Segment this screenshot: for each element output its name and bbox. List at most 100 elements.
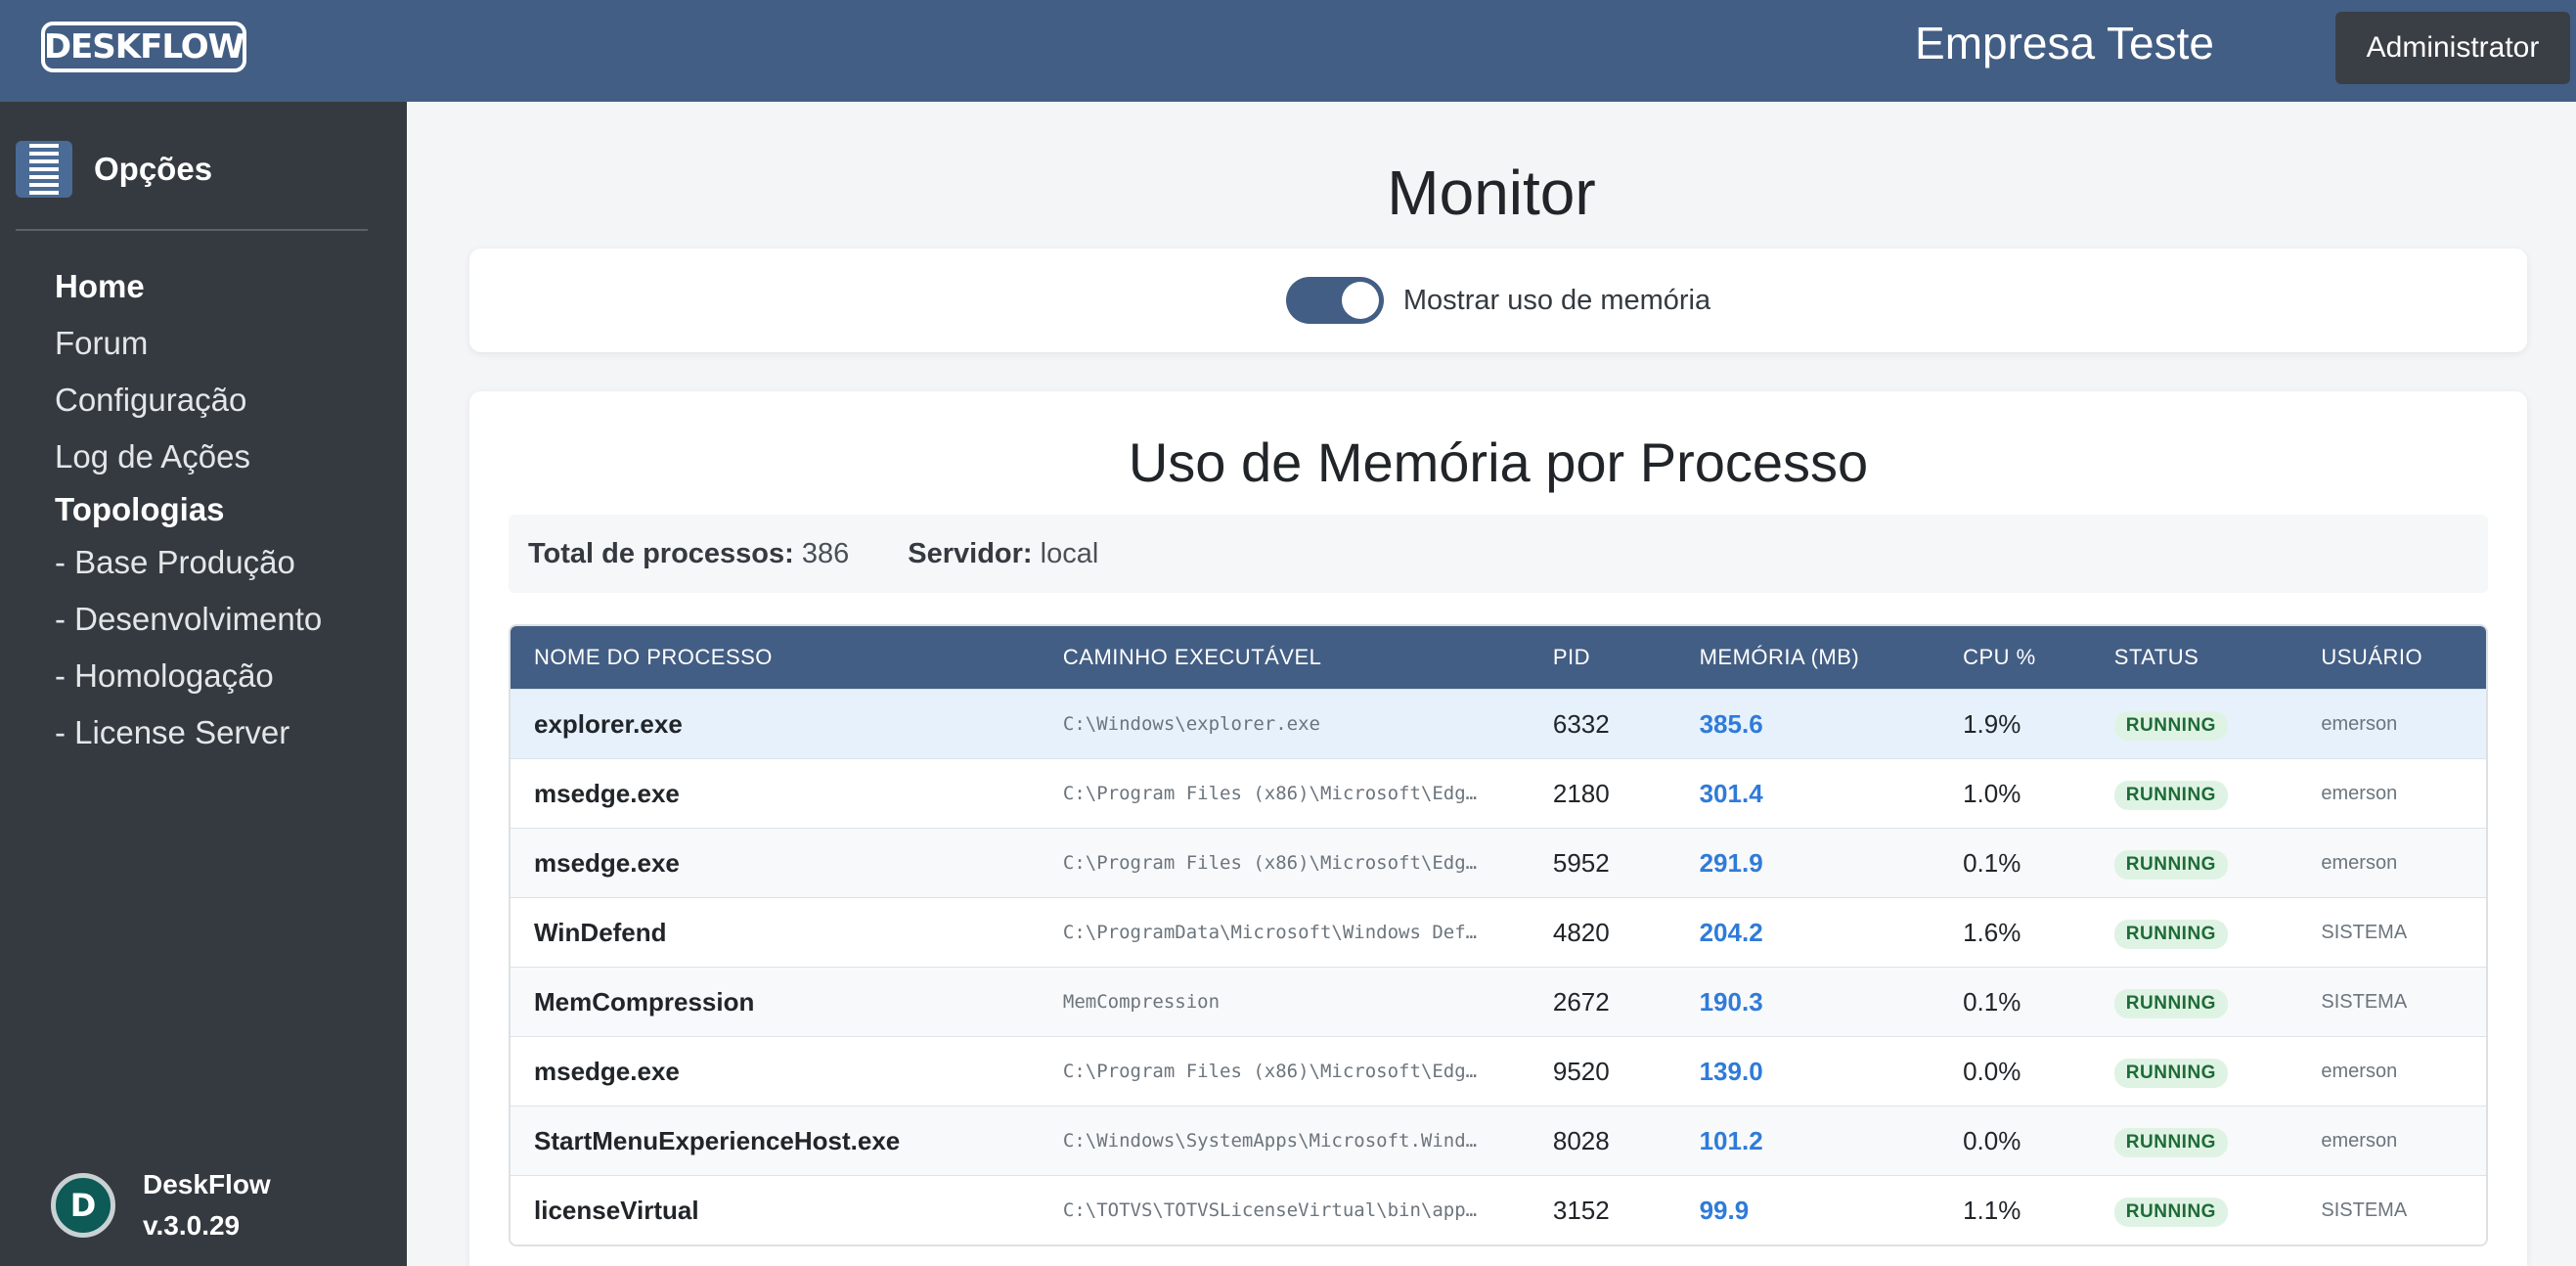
table-row[interactable]: explorer.exe C:\Windows\explorer.exe 6332 3… xyxy=(511,689,2486,758)
pid: 4820 xyxy=(1552,917,1610,947)
col-cpu[interactable]: CPU % xyxy=(1939,645,2091,670)
options-header[interactable]: Opções xyxy=(16,141,212,198)
memory-mb: 385.6 xyxy=(1699,708,1763,739)
status: RUNNING xyxy=(2091,777,2298,810)
process-name: msedge.exe xyxy=(534,1056,680,1086)
user: emerson xyxy=(2321,1060,2398,1082)
col-memory[interactable]: MEMÓRIA (MB) xyxy=(1676,645,1939,670)
brand-version: v.3.0.29 xyxy=(143,1210,241,1241)
server-value: local xyxy=(1040,537,1099,569)
sidebar-item-home[interactable]: Home xyxy=(55,258,322,315)
table-row[interactable]: StartMenuExperienceHost.exe C:\Windows\Sy… xyxy=(511,1106,2486,1175)
process-name: StartMenuExperienceHost.exe xyxy=(534,1125,901,1155)
sidebar-group-topologias[interactable]: Topologias xyxy=(55,485,322,534)
status-badge: RUNNING xyxy=(2113,711,2228,741)
company-name: Empresa Teste xyxy=(1915,18,2214,68)
user: SISTEMA xyxy=(2321,1198,2408,1221)
cpu-percent: 1.6% xyxy=(1963,917,2021,947)
user: SISTEMA xyxy=(2321,921,2408,943)
status: RUNNING xyxy=(2091,1124,2298,1157)
process-name: msedge.exe xyxy=(534,778,680,808)
status-badge: RUNNING xyxy=(2113,781,2228,810)
cpu-percent: 1.1% xyxy=(1963,1195,2021,1225)
status-badge: RUNNING xyxy=(2113,1128,2228,1157)
status: RUNNING xyxy=(2091,1194,2298,1227)
sidebar-item-forum[interactable]: Forum xyxy=(55,315,322,372)
col-status[interactable]: STATUS xyxy=(2091,645,2298,670)
sidebar-item-license-server[interactable]: - License Server xyxy=(55,704,322,761)
memory-mb: 101.2 xyxy=(1699,1125,1763,1155)
exec-path: MemCompression xyxy=(1062,991,1221,1013)
status: RUNNING xyxy=(2091,707,2298,741)
process-name: explorer.exe xyxy=(534,708,683,739)
memory-mb: 99.9 xyxy=(1699,1195,1750,1225)
status-badge: RUNNING xyxy=(2113,1198,2228,1227)
memory-section-title: Uso de Memória por Processo xyxy=(1128,431,1869,493)
user-menu-button[interactable]: Administrator xyxy=(2335,12,2570,84)
brand-name: DeskFlow xyxy=(143,1169,271,1199)
sidebar-item-desenvolvimento[interactable]: - Desenvolvimento xyxy=(55,591,322,648)
process-summary: Total de processos: 386 Servidor: local xyxy=(509,515,2488,593)
col-pid[interactable]: PID xyxy=(1530,645,1676,670)
status: RUNNING xyxy=(2091,846,2298,880)
pid: 2180 xyxy=(1552,778,1610,808)
memory-toggle-label[interactable]: Mostrar uso de memória xyxy=(1403,285,1710,317)
table-header: NOME DO PROCESSO CAMINHO EXECUTÁVEL PID … xyxy=(511,626,2486,689)
deskflow-logo[interactable]: DESKFLOW xyxy=(41,22,246,72)
memory-mb: 190.3 xyxy=(1699,986,1763,1017)
memory-card: Uso de Memória por Processo Total de pro… xyxy=(469,391,2527,1266)
toggle-knob xyxy=(1341,282,1379,319)
status-badge: RUNNING xyxy=(2113,989,2228,1018)
status-badge: RUNNING xyxy=(2113,920,2228,949)
cpu-percent: 0.0% xyxy=(1963,1125,2021,1155)
sidebar: Opções Home Forum Configuração Log de Aç… xyxy=(0,102,407,1266)
sidebar-item-configuracao[interactable]: Configuração xyxy=(55,372,322,429)
process-table: NOME DO PROCESSO CAMINHO EXECUTÁVEL PID … xyxy=(509,624,2488,1246)
sidebar-divider xyxy=(16,229,368,231)
table-row[interactable]: WinDefend C:\ProgramData\Microsoft\Window… xyxy=(511,897,2486,967)
options-label: Opções xyxy=(94,151,213,187)
sidebar-item-base-producao[interactable]: - Base Produção xyxy=(55,534,322,591)
pid: 5952 xyxy=(1552,847,1610,878)
user: emerson xyxy=(2321,851,2398,874)
sidebar-item-log-acoes[interactable]: Log de Ações xyxy=(55,429,322,485)
user: emerson xyxy=(2321,1129,2398,1152)
sidebar-item-homologacao[interactable]: - Homologação xyxy=(55,648,322,704)
exec-path: C:\Windows\SystemApps\Microsoft.Wind… xyxy=(1062,1130,1478,1152)
brand-footer: D DeskFlow v.3.0.29 xyxy=(51,1164,271,1246)
table-row[interactable]: msedge.exe C:\Program Files (x86)\Microso… xyxy=(511,1036,2486,1106)
status: RUNNING xyxy=(2091,985,2298,1018)
pid: 9520 xyxy=(1552,1056,1610,1086)
exec-path: C:\Program Files (x86)\Microsoft\Edg… xyxy=(1062,852,1478,874)
status-badge: RUNNING xyxy=(2113,850,2228,880)
status: RUNNING xyxy=(2091,1055,2298,1088)
cpu-percent: 0.1% xyxy=(1963,986,2021,1017)
pid: 6332 xyxy=(1552,708,1610,739)
memory-mb: 301.4 xyxy=(1699,778,1763,808)
exec-path: C:\Windows\explorer.exe xyxy=(1062,713,1320,735)
main-content: Monitor Mostrar uso de memória Uso de Me… xyxy=(407,102,2576,1266)
list-icon xyxy=(16,141,72,198)
status: RUNNING xyxy=(2091,916,2298,949)
total-processes-label: Total de processos: xyxy=(528,537,794,569)
table-row[interactable]: msedge.exe C:\Program Files (x86)\Microso… xyxy=(511,828,2486,897)
exec-path: C:\ProgramData\Microsoft\Windows Def… xyxy=(1062,922,1478,943)
exec-path: C:\Program Files (x86)\Microsoft\Edg… xyxy=(1062,783,1478,804)
col-exec-path[interactable]: CAMINHO EXECUTÁVEL xyxy=(1040,645,1530,670)
memory-mb: 139.0 xyxy=(1699,1056,1763,1086)
total-processes-value: 386 xyxy=(801,537,850,569)
memory-toggle-switch[interactable] xyxy=(1285,277,1384,324)
memory-mb: 204.2 xyxy=(1699,917,1763,947)
pid: 2672 xyxy=(1552,986,1610,1017)
process-name: MemCompression xyxy=(534,986,755,1017)
pid: 8028 xyxy=(1552,1125,1610,1155)
cpu-percent: 0.1% xyxy=(1963,847,2021,878)
col-process-name[interactable]: NOME DO PROCESSO xyxy=(511,645,1040,670)
table-row[interactable]: MemCompression MemCompression 2672 190.3 0.1… xyxy=(511,967,2486,1036)
col-user[interactable]: USUÁRIO xyxy=(2297,645,2486,670)
process-name: licenseVirtual xyxy=(534,1195,699,1225)
table-row[interactable]: msedge.exe C:\Program Files (x86)\Microso… xyxy=(511,758,2486,828)
table-row[interactable]: licenseVirtual C:\TOTVS\TOTVSLicenseVirtu… xyxy=(511,1175,2486,1244)
server-label: Servidor: xyxy=(908,537,1033,569)
logo-text: DESKFLOW xyxy=(43,27,244,67)
